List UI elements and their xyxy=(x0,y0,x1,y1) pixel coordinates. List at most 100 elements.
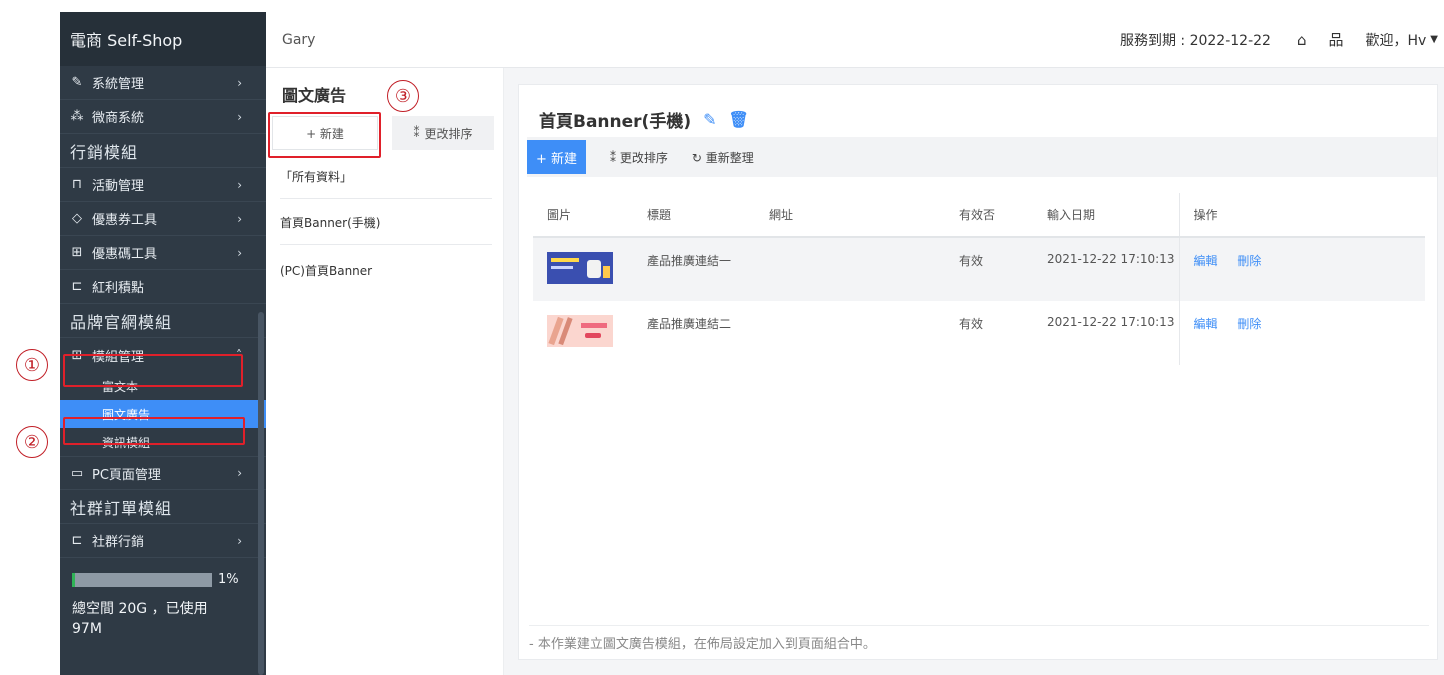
table-row[interactable]: 產品推廣連結二 有效 2021-12-22 17:10:13 編輯 刪除 xyxy=(533,301,1425,365)
storage-progress-bar xyxy=(72,572,212,587)
sidebar-item-points[interactable]: ⊏ 紅利積點 xyxy=(60,270,266,304)
highlight-module-mgmt xyxy=(63,354,243,387)
storage-percent: 1% xyxy=(218,572,239,587)
store-user-name: Gary xyxy=(282,31,316,48)
cell-actions: 編輯 刪除 xyxy=(1178,237,1425,301)
cell-url xyxy=(755,301,945,365)
refresh-button[interactable]: ↻ 重新整理 xyxy=(692,149,754,166)
cell-title: 產品推廣連結二 xyxy=(647,317,732,331)
col-actions: 操作 xyxy=(1178,193,1425,238)
sidebar-item-events[interactable]: ⊓ 活動管理 › xyxy=(60,168,266,202)
banner-thumbnail xyxy=(547,315,613,347)
sidebar-item-social-marketing[interactable]: ⊏ 社群行銷 › xyxy=(60,524,266,558)
cell-url xyxy=(755,237,945,301)
sort-label: 更改排序 xyxy=(619,150,668,165)
list-item[interactable]: 「所有資料」 xyxy=(280,168,490,185)
sidebar-item-label: 微商系統 xyxy=(92,111,145,126)
footer-note: - 本作業建立圖文廣告模組，在佈局設定加入到頁面組合中。 xyxy=(529,625,1429,659)
chevron-right-icon: › xyxy=(237,211,242,226)
cell-valid: 有效 xyxy=(959,317,984,331)
col-valid: 有效否 xyxy=(945,193,1033,238)
chevron-right-icon: › xyxy=(237,177,242,192)
storage-text: 總空間 20G ，已使用 97M xyxy=(72,599,252,639)
top-header: Gary 服務到期 : 2022-12-22 ⌂ 品 歡迎，Hv ▼ xyxy=(266,12,1444,68)
sidebar-item-label: 社群行銷 xyxy=(92,535,145,550)
chevron-right-icon: › xyxy=(237,533,242,548)
refresh-icon: ↻ xyxy=(691,150,706,165)
edit-icon[interactable]: ✎ xyxy=(703,110,716,129)
banner-thumbnail xyxy=(547,252,613,284)
cart-icon: ⊏ xyxy=(71,533,83,548)
highlight-image-ad xyxy=(63,417,245,445)
annotation-step-2: ② xyxy=(16,426,48,458)
storage-text-line1: 總空間 20G ，已使用 xyxy=(72,601,208,617)
sort-icon: ⁑ xyxy=(413,126,420,140)
section-brand: 品牌官網模組 xyxy=(60,304,266,338)
home-icon[interactable]: ⌂ xyxy=(1297,31,1307,49)
storage-text-line2: 97M xyxy=(72,621,102,637)
cell-date: 2021-12-22 17:10:13 xyxy=(1033,237,1179,301)
section-social: 社群訂單模組 xyxy=(60,490,266,524)
divider xyxy=(280,244,492,245)
sort-button[interactable]: ⁑ 更改排序 xyxy=(610,149,668,166)
col-image: 圖片 xyxy=(533,193,633,238)
category-panel: 圖文廣告 + 新建 ⁑ 更改排序 「所有資料」 首頁Banner(手機) (PC… xyxy=(266,68,504,675)
panel-title: 圖文廣告 xyxy=(282,86,347,105)
sort-icon: ⁑ xyxy=(610,150,620,165)
sidebar-item-label: 優惠券工具 xyxy=(92,213,158,228)
card-title: 首頁Banner(手機) ✎ 🗑 xyxy=(539,107,749,132)
storage-progress-fill xyxy=(72,572,75,587)
new-item-button[interactable]: + 新建 xyxy=(527,140,586,174)
divider xyxy=(280,198,492,199)
sidebar-item-system[interactable]: ✎ 系統管理 › xyxy=(60,66,266,100)
monitor-icon: ▭ xyxy=(70,465,84,481)
welcome-user-menu[interactable]: 歡迎，Hv xyxy=(1365,30,1426,50)
caret-down-icon[interactable]: ▼ xyxy=(1430,34,1438,45)
storage-info: 1% 總空間 20G ，已使用 97M xyxy=(60,558,266,639)
sidebar-item-label: 系統管理 xyxy=(92,77,145,92)
cell-title: 產品推廣連結一 xyxy=(633,237,755,301)
trash-icon[interactable]: 🗑 xyxy=(729,110,749,129)
sort-category-button[interactable]: ⁑ 更改排序 xyxy=(392,116,494,150)
sidebar-scrollbar[interactable] xyxy=(258,312,264,675)
card-title-text: 首頁Banner(手機) xyxy=(539,112,692,132)
chevron-right-icon: › xyxy=(237,109,242,124)
edit-link[interactable]: 編輯 xyxy=(1194,254,1218,268)
list-item[interactable]: 首頁Banner(手機) xyxy=(280,214,490,231)
list-item[interactable]: (PC)首頁Banner xyxy=(280,262,490,279)
network-icon: ⁂ xyxy=(70,109,84,124)
sidebar-item-promo-code[interactable]: ⊞ 優惠碼工具 › xyxy=(60,236,266,270)
tools-icon: ✎ xyxy=(71,75,83,90)
cell-image xyxy=(533,237,633,301)
delete-link[interactable]: 刪除 xyxy=(1237,317,1261,331)
brand-title[interactable]: 電商 Self-Shop xyxy=(60,12,266,66)
banner-table: 圖片 標題 網址 有效否 輸入日期 操作 產品推廣連結一 有效 2021-12-… xyxy=(533,193,1425,365)
table-header-row: 圖片 標題 網址 有效否 輸入日期 操作 xyxy=(533,193,1425,238)
sidebar-item-coupon[interactable]: ◇ 優惠券工具 › xyxy=(60,202,266,236)
bag-icon: ⊓ xyxy=(71,177,83,192)
annotation-step-1: ① xyxy=(16,349,48,381)
service-expiry: 服務到期 : 2022-12-22 xyxy=(1119,32,1271,49)
gift-icon: ⊞ xyxy=(71,245,83,260)
annotation-step-3: ③ xyxy=(387,80,419,112)
delete-link[interactable]: 刪除 xyxy=(1237,254,1261,268)
sidebar-item-micro[interactable]: ⁂ 微商系統 › xyxy=(60,100,266,134)
highlight-new-button xyxy=(268,112,381,158)
sidebar-item-label: PC頁面管理 xyxy=(92,467,161,483)
card-toolbar: + 新建 ⁑ 更改排序 ↻ 重新整理 xyxy=(527,137,1437,177)
sitemap-icon[interactable]: 品 xyxy=(1328,29,1343,50)
chevron-right-icon: › xyxy=(237,75,242,90)
cell-actions: 編輯 刪除 xyxy=(1178,301,1425,365)
sidebar-item-pc-page[interactable]: ▭ PC頁面管理 › xyxy=(60,456,266,490)
sidebar: 電商 Self-Shop ✎ 系統管理 › ⁂ 微商系統 › 行銷模組 ⊓ 活動… xyxy=(60,12,266,675)
cell-date: 2021-12-22 17:10:13 xyxy=(1047,315,1175,329)
refresh-label: 重新整理 xyxy=(705,150,754,165)
section-marketing: 行銷模組 xyxy=(60,134,266,168)
sidebar-item-label: 活動管理 xyxy=(92,179,145,194)
cell-image xyxy=(533,301,633,365)
chevron-right-icon: › xyxy=(237,466,242,480)
edit-link[interactable]: 編輯 xyxy=(1194,317,1218,331)
chevron-right-icon: › xyxy=(237,245,242,260)
col-title: 標題 xyxy=(633,193,755,238)
table-row[interactable]: 產品推廣連結一 有效 2021-12-22 17:10:13 編輯 刪除 xyxy=(533,237,1425,301)
